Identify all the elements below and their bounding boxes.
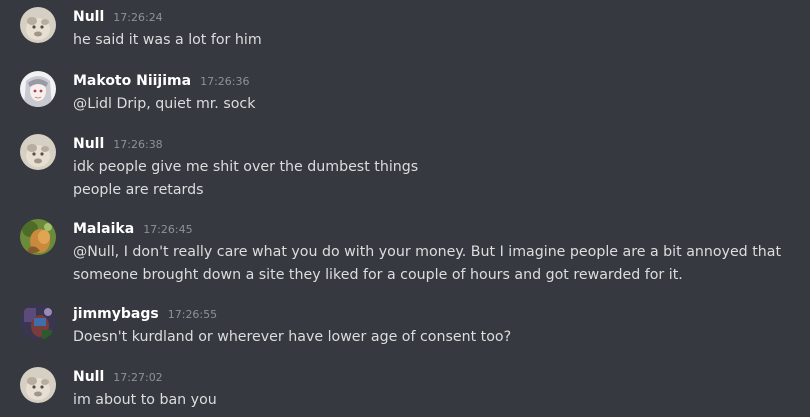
null-avatar-icon[interactable] [20,367,56,403]
message-content: @Null, I don't really care what you do w… [73,241,798,286]
timestamp: 17:26:55 [167,308,218,321]
makoto-avatar-icon[interactable] [20,71,56,107]
message-text: he said it was a lot for him [73,32,262,48]
timestamp: 17:26:45 [143,223,193,236]
message-header: Null 17:26:24 [73,7,163,27]
null-avatar-icon[interactable] [20,134,56,170]
message-text: someone brought down a site they liked f… [73,266,683,283]
message-text: @Null, I don't really care what you do w… [73,244,782,260]
message-content: im about to ban you [73,389,798,412]
username[interactable]: jimmybags [73,306,159,322]
username[interactable]: Null [73,9,104,25]
timestamp: 17:27:02 [113,371,163,384]
malaika-avatar-icon[interactable] [20,219,56,255]
message-content: Doesn't kurdland or wherever have lower … [73,326,798,349]
message-header: Null 17:27:02 [73,367,163,387]
message-content: @Lidl Drip, quiet mr. sock [73,93,798,116]
message-content: he said it was a lot for him [73,29,798,52]
message-text: @Lidl Drip, quiet mr. sock [73,96,256,112]
message-content: idk people give me shit over the dumbest… [73,156,798,201]
timestamp: 17:26:36 [200,75,250,88]
null-avatar-icon[interactable] [20,7,56,43]
message-header: jimmybags 17:26:55 [73,304,217,324]
message-header: Null 17:26:38 [73,134,163,154]
message-text: im about to ban you [73,392,217,408]
jimmybags-avatar-icon[interactable] [20,304,56,340]
message-text: idk people give me shit over the dumbest… [73,159,419,175]
username[interactable]: Null [73,369,104,385]
username[interactable]: Null [73,136,104,152]
message-text: people are retards [73,181,204,198]
timestamp: 17:26:24 [113,11,163,24]
message-header: Malaika 17:26:45 [73,219,193,239]
username[interactable]: Makoto Niijima [73,73,191,89]
message-header: Makoto Niijima 17:26:36 [73,71,249,91]
message-text: Doesn't kurdland or wherever have lower … [73,329,512,345]
chat-message-list: Null 17:26:24 he said it was a lot for hi… [0,0,810,417]
timestamp: 17:26:38 [113,138,163,151]
username[interactable]: Malaika [73,221,134,237]
